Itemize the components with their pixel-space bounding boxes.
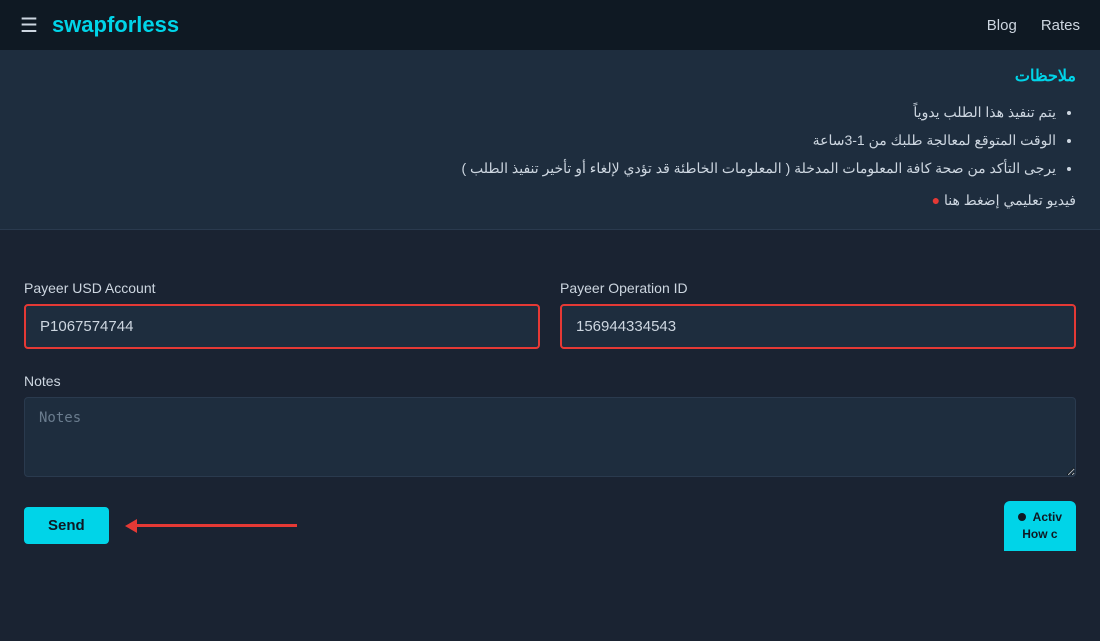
notes-list: يتم تنفيذ هذا الطلب يدوياً الوقت المتوقع… [24,98,1076,182]
arrow-head-icon [125,519,137,533]
send-button[interactable]: Send [24,507,109,544]
activity-line1: Activ [1033,510,1062,524]
activity-line2: How c [1022,527,1057,541]
brand-logo[interactable]: swapforless [52,12,179,38]
notes-item-2: الوقت المتوقع لمعالجة طلبك من 1-3ساعة [24,126,1056,154]
send-row: Send Activ How c [24,501,1076,561]
navbar: ☰ swapforless Blog Rates [0,0,1100,50]
send-left: Send [24,507,297,544]
arrow-indicator [125,519,297,533]
payeer-operation-input[interactable] [560,304,1076,349]
notes-group: Notes [24,373,1076,477]
navbar-right: Blog Rates [987,17,1080,34]
activity-widget[interactable]: Activ How c [1004,501,1076,551]
arrow-shaft [137,524,297,527]
payeer-fields-row: Payeer USD Account Payeer Operation ID [24,280,1076,349]
nav-rates[interactable]: Rates [1041,17,1080,34]
payeer-account-group: Payeer USD Account [24,280,540,349]
nav-blog[interactable]: Blog [987,17,1017,34]
notes-textarea[interactable] [24,397,1076,477]
payeer-operation-group: Payeer Operation ID [560,280,1076,349]
tutorial-link[interactable]: فيديو تعليمي إضغط هنا ● [24,192,1076,209]
hamburger-icon[interactable]: ☰ [20,13,38,38]
payeer-account-input[interactable] [24,304,540,349]
notes-item-3: يرجى التأكد من صحة كافة المعلومات المدخل… [24,154,1056,182]
arabic-notes-section: ملاحظات يتم تنفيذ هذا الطلب يدوياً الوقت… [0,50,1100,230]
activity-dot [1018,513,1026,521]
payeer-account-label: Payeer USD Account [24,280,540,296]
form-area: Payeer USD Account Payeer Operation ID N… [0,250,1100,581]
navbar-left: ☰ swapforless [20,12,179,38]
notes-item-1: يتم تنفيذ هذا الطلب يدوياً [24,98,1056,126]
notes-section-title: ملاحظات [24,66,1076,86]
payeer-operation-label: Payeer Operation ID [560,280,1076,296]
notes-label: Notes [24,373,1076,389]
